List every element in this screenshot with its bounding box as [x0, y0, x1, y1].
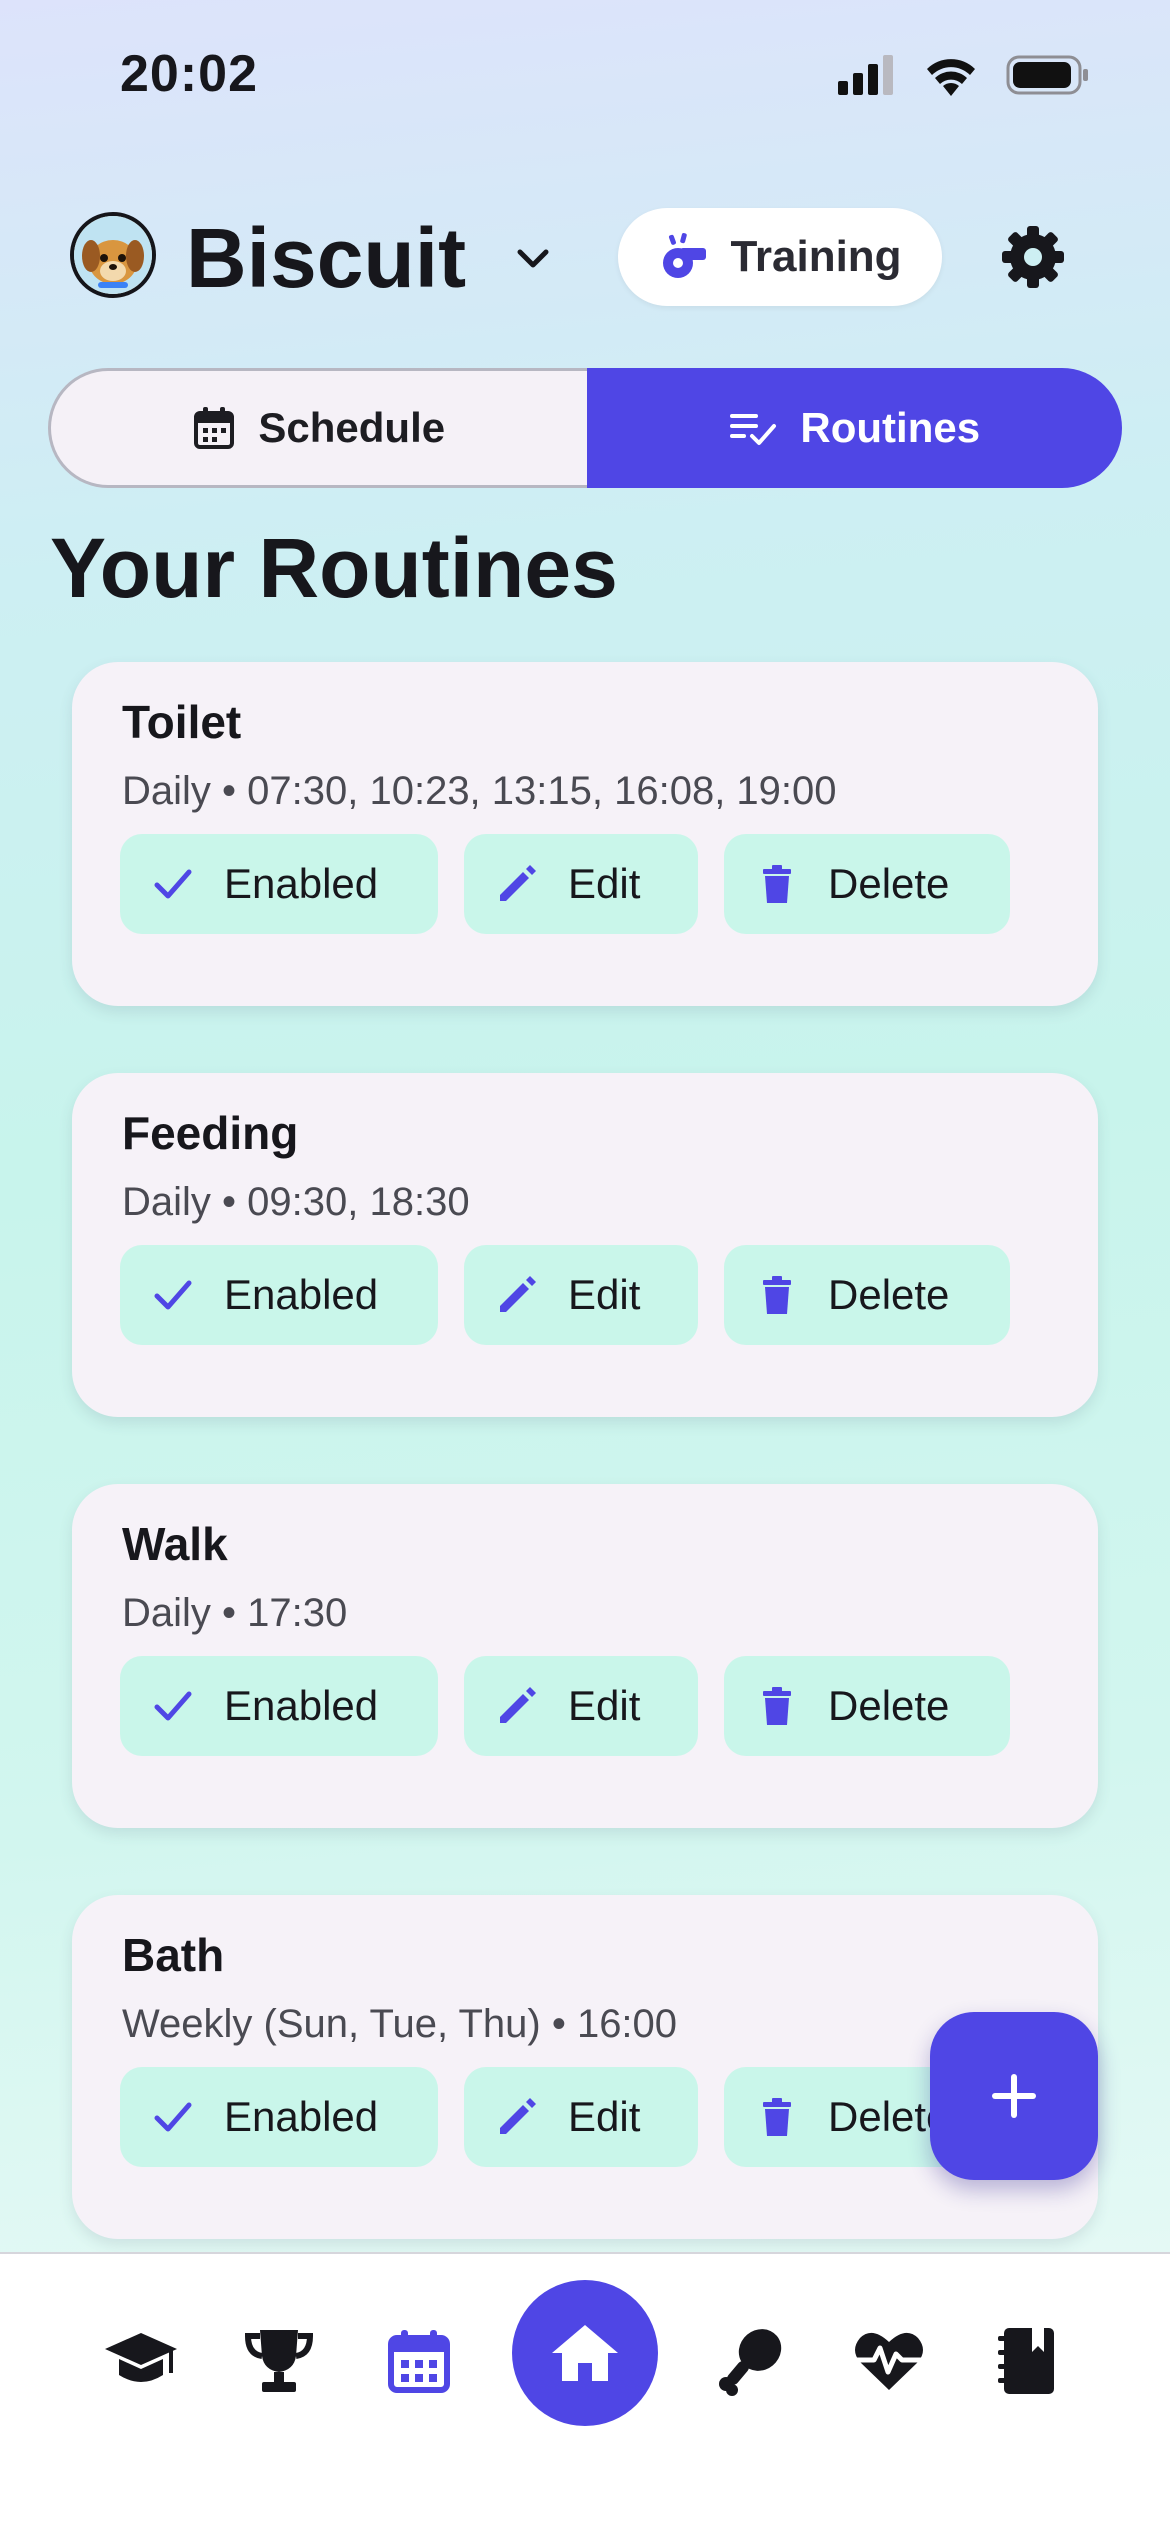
- check-icon: [154, 2102, 192, 2132]
- nav-schedule[interactable]: [374, 2316, 464, 2406]
- tab-schedule-label: Schedule: [258, 404, 446, 451]
- pencil-icon: [500, 1276, 536, 1312]
- notebook-icon: [998, 2328, 1054, 2394]
- header: Biscuit Training: [70, 208, 1110, 318]
- edit-label: Edit: [568, 1271, 641, 1318]
- training-label: Training: [730, 232, 902, 281]
- nav-training[interactable]: [96, 2316, 186, 2406]
- routine-actions: Enabled Edit Delete: [120, 1245, 1010, 1345]
- edit-button[interactable]: Edit: [464, 1656, 698, 1756]
- status-bar: 20:02: [0, 0, 1170, 150]
- edit-button[interactable]: Edit: [464, 2067, 698, 2167]
- delete-button[interactable]: Delete: [724, 1245, 1010, 1345]
- routine-card: Toilet Daily • 07:30, 10:23, 13:15, 16:0…: [72, 662, 1098, 1006]
- nav-health[interactable]: [844, 2316, 934, 2406]
- pet-name[interactable]: Biscuit: [186, 208, 466, 308]
- trash-icon: [763, 2098, 791, 2136]
- view-tabs: Schedule Routines: [48, 368, 1122, 488]
- enabled-label: Enabled: [224, 2093, 379, 2140]
- delete-label: Delete: [828, 1271, 950, 1318]
- routine-title: Bath: [122, 1929, 225, 1981]
- bottom-nav: [0, 2252, 1170, 2532]
- routine-card: Feeding Daily • 09:30, 18:30 Enabled Edi…: [72, 1073, 1098, 1417]
- trophy-icon: [244, 2330, 314, 2392]
- checklist-icon: [730, 414, 777, 445]
- edit-button[interactable]: Edit: [464, 834, 698, 934]
- edit-label: Edit: [568, 2093, 641, 2140]
- graduation-cap-icon: [105, 2333, 177, 2382]
- trash-icon: [763, 1276, 791, 1314]
- cellular-signal-icon: [838, 55, 893, 95]
- routine-schedule: Daily • 17:30: [122, 1591, 348, 1635]
- edit-label: Edit: [568, 1682, 641, 1729]
- enabled-label: Enabled: [224, 1271, 379, 1318]
- pencil-icon: [500, 2098, 536, 2134]
- routine-schedule: Daily • 07:30, 10:23, 13:15, 16:08, 19:0…: [122, 769, 837, 813]
- calendar-icon: [194, 407, 235, 449]
- home-icon: [552, 2325, 618, 2381]
- enabled-toggle[interactable]: Enabled: [120, 2067, 438, 2167]
- add-routine-button[interactable]: [930, 2012, 1098, 2180]
- enabled-toggle[interactable]: Enabled: [120, 834, 438, 934]
- tab-routines-label: Routines: [800, 404, 981, 451]
- enabled-label: Enabled: [224, 1682, 379, 1729]
- nav-journal[interactable]: [982, 2316, 1072, 2406]
- routine-schedule: Weekly (Sun, Tue, Thu) • 16:00: [122, 2002, 678, 2046]
- edit-label: Edit: [568, 860, 641, 907]
- chevron-down-icon[interactable]: [508, 234, 558, 284]
- whistle-icon: [663, 233, 707, 278]
- training-button[interactable]: Training: [618, 208, 942, 306]
- pencil-icon: [500, 865, 536, 901]
- delete-button[interactable]: Delete: [724, 1656, 1010, 1756]
- routine-actions: Enabled Edit Delete: [120, 1656, 1010, 1756]
- trash-icon: [763, 1687, 791, 1725]
- check-icon: [154, 869, 192, 899]
- tab-routines[interactable]: Routines: [586, 368, 1122, 488]
- routine-card: Walk Daily • 17:30 Enabled Edit Delete: [72, 1484, 1098, 1828]
- delete-label: Delete: [828, 860, 950, 907]
- routine-title: Feeding: [122, 1107, 299, 1159]
- pet-avatar[interactable]: [70, 212, 156, 298]
- plus-icon: [992, 2074, 1036, 2118]
- routine-actions: Enabled Edit Delete: [120, 2067, 1010, 2167]
- dog-avatar-icon: [74, 216, 152, 294]
- battery-icon: [1006, 55, 1088, 95]
- pencil-icon: [500, 1687, 536, 1723]
- routine-title: Toilet: [122, 696, 242, 748]
- edit-button[interactable]: Edit: [464, 1245, 698, 1345]
- check-icon: [154, 1691, 192, 1721]
- gear-icon[interactable]: [998, 222, 1068, 292]
- delete-label: Delete: [828, 1682, 950, 1729]
- nav-achievements[interactable]: [234, 2316, 324, 2406]
- nav-home[interactable]: [512, 2280, 658, 2426]
- enabled-toggle[interactable]: Enabled: [120, 1245, 438, 1345]
- page-title: Your Routines: [50, 521, 618, 615]
- status-icons: [838, 54, 1090, 96]
- routine-schedule: Daily • 09:30, 18:30: [122, 1180, 470, 1224]
- status-time: 20:02: [120, 45, 258, 103]
- trash-icon: [763, 865, 791, 903]
- heartbeat-icon: [854, 2332, 924, 2390]
- enabled-label: Enabled: [224, 860, 379, 907]
- drumstick-icon: [719, 2329, 782, 2396]
- routine-title: Walk: [122, 1518, 228, 1570]
- check-icon: [154, 1280, 192, 1310]
- routine-actions: Enabled Edit Delete: [120, 834, 1010, 934]
- delete-button[interactable]: Delete: [724, 834, 1010, 934]
- nav-feeding[interactable]: [706, 2316, 796, 2406]
- tab-schedule[interactable]: Schedule: [48, 368, 587, 488]
- calendar-icon: [388, 2330, 450, 2393]
- wifi-icon: [927, 59, 975, 96]
- enabled-toggle[interactable]: Enabled: [120, 1656, 438, 1756]
